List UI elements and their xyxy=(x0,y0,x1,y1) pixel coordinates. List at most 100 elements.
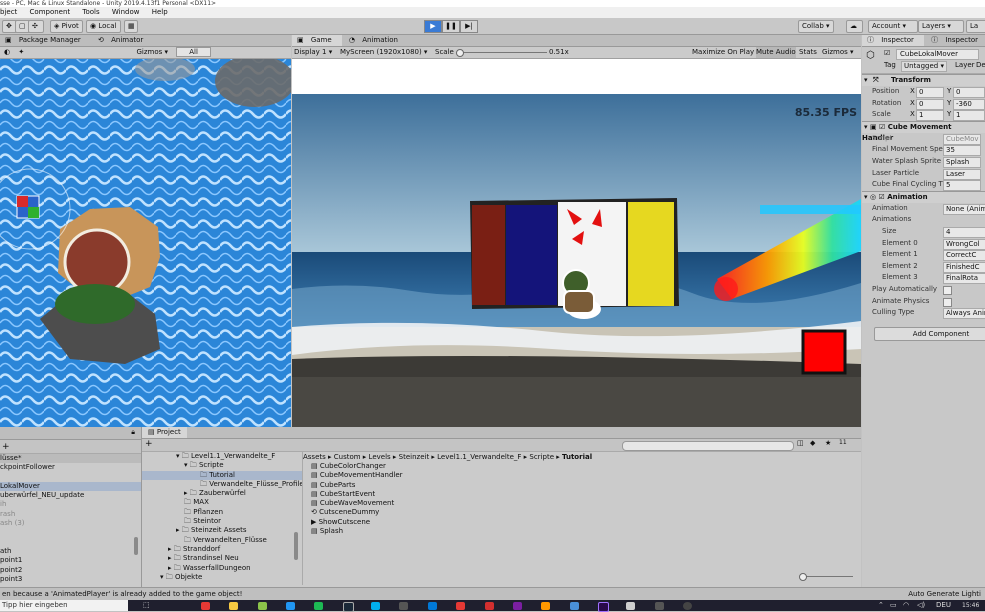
folder-item[interactable]: ▾ 🗀︎ Scripte xyxy=(142,461,302,470)
anim-label-animations[interactable]: Animations xyxy=(872,214,911,226)
transform-header[interactable]: ▾ ⤧ Transform xyxy=(862,74,985,86)
mute-audio-toggle[interactable]: Mute Audio xyxy=(756,47,796,58)
scale-slider-handle[interactable] xyxy=(456,49,464,57)
breadcrumb-item[interactable]: Scripte xyxy=(529,453,554,461)
step-button[interactable]: ▶| xyxy=(460,20,478,33)
audio-icon[interactable]: ◐ xyxy=(4,48,10,56)
anim-value-element1[interactable]: CorrectC xyxy=(943,250,985,262)
clock[interactable]: 15:46 xyxy=(962,600,979,611)
search-by-label-icon[interactable]: ◆ xyxy=(810,439,815,447)
folder-item[interactable]: 🗀︎ Verwandelte_Flüsse_Profile xyxy=(142,480,302,489)
tab-package-manager[interactable]: ▣ Package Manager xyxy=(0,35,91,46)
pause-button[interactable]: ❚❚ xyxy=(442,20,460,33)
component-enabled-checkbox[interactable]: ☑ xyxy=(879,123,885,131)
maximize-on-play-toggle[interactable]: Maximize On Play xyxy=(692,47,754,58)
hierarchy-scrollbar[interactable] xyxy=(134,537,138,555)
active-checkbox[interactable]: ☑ xyxy=(884,49,890,57)
icon-size-slider-handle[interactable] xyxy=(799,573,807,581)
menu-item-component[interactable]: Component xyxy=(30,8,71,16)
list-item[interactable]: uberwürfel_NEU_update xyxy=(0,491,141,500)
file-item[interactable]: ▤ CubeMovementHandler xyxy=(303,471,861,480)
scale-y[interactable]: 1 xyxy=(953,110,985,122)
folder-item[interactable]: 🗀︎ Verwandelten_Flüsse xyxy=(142,536,302,545)
cloud-icon[interactable]: ☁ xyxy=(846,20,863,33)
handler-value-laser[interactable]: Laser xyxy=(943,168,981,180)
unity-icon[interactable] xyxy=(399,602,408,610)
scene-viewport[interactable] xyxy=(0,59,291,428)
stats-toggle[interactable]: Stats xyxy=(799,47,817,58)
anim-value-element2[interactable]: FinishedC xyxy=(943,261,985,273)
handler-value-cycling[interactable]: 5 xyxy=(943,180,981,192)
app-icon-2[interactable] xyxy=(626,602,635,610)
hierarchy-add-icon[interactable]: + xyxy=(2,442,10,452)
tab-inspector-1[interactable]: ⓘ Inspector xyxy=(862,35,924,46)
list-item[interactable]: ath xyxy=(0,547,141,556)
spotify-icon[interactable] xyxy=(314,602,323,610)
display-dropdown[interactable]: Display 1 ▾ xyxy=(294,47,332,58)
scale-slider[interactable] xyxy=(457,52,547,53)
vivaldi-icon[interactable] xyxy=(201,602,210,610)
folder-item[interactable]: 🗀︎ Steintor xyxy=(142,517,302,526)
status-message[interactable]: en because a 'AnimatedPlayer' is already… xyxy=(2,590,242,598)
folder-item[interactable]: ▸ 🗀︎ Steinzeit Assets xyxy=(142,526,302,535)
folder-item[interactable]: ▸ 🗀︎ Strandinsel Neu xyxy=(142,554,302,563)
anim-value-culling[interactable]: Always Anim xyxy=(943,308,985,320)
onenote-icon[interactable] xyxy=(513,602,522,610)
hierarchy-scene-header[interactable]: lüsse* xyxy=(0,454,141,464)
anim-value-element0[interactable]: WrongCol xyxy=(943,238,985,250)
breadcrumb-item[interactable]: Steinzeit xyxy=(399,453,430,461)
vscode-icon[interactable] xyxy=(428,602,437,610)
menu-item-help[interactable]: Help xyxy=(152,8,168,16)
breadcrumb-item[interactable]: Level1.1_Verwandelte_F xyxy=(437,453,521,461)
acrobat-icon[interactable] xyxy=(485,602,494,610)
file-item[interactable]: ▶ ShowCutscene xyxy=(303,518,861,527)
list-item[interactable] xyxy=(0,538,141,547)
pivot-button[interactable]: ◈ Pivot xyxy=(50,20,83,33)
anim-value-element3[interactable]: FinalRota xyxy=(943,273,985,285)
folder-item[interactable]: ▾ 🗀︎ Level1.1_Verwandelte_F xyxy=(142,452,302,461)
file-item[interactable]: ▤ CubeParts xyxy=(303,481,861,490)
favorite-icon[interactable]: ★ xyxy=(825,439,831,447)
account-button[interactable]: Account ▾ xyxy=(868,20,918,33)
taskbar-search-input[interactable]: Tipp hier eingeben xyxy=(0,600,128,611)
file-item[interactable]: ▤ CubeWaveMovement xyxy=(303,499,861,508)
skype-icon[interactable] xyxy=(371,602,380,610)
file-item[interactable]: ▤ CubeStartEvent xyxy=(303,490,861,499)
list-item[interactable]: point3 xyxy=(0,575,141,584)
tab-game[interactable]: ▣ Game xyxy=(292,35,342,46)
maps-icon[interactable] xyxy=(286,602,295,610)
tab-project[interactable]: ▤ Project xyxy=(142,427,187,438)
folder-item[interactable]: ▾ 🗀︎ Objekte xyxy=(142,573,302,582)
animate-physics-checkbox[interactable] xyxy=(943,297,952,307)
play-automatically-checkbox[interactable] xyxy=(943,285,952,295)
animation-enabled-checkbox[interactable]: ☑ xyxy=(879,193,885,201)
app-icon[interactable] xyxy=(258,602,267,610)
breadcrumb-item[interactable]: Assets xyxy=(303,453,326,461)
handler-value-splash[interactable]: Splash xyxy=(943,156,981,168)
game-gizmos-dropdown[interactable]: Gizmos ▾ xyxy=(822,47,854,58)
lock-icon[interactable]: 🔒︎ xyxy=(131,428,135,437)
icon-size-slider[interactable] xyxy=(803,576,853,577)
search-by-type-icon[interactable]: ◫ xyxy=(797,439,804,447)
list-item[interactable]: ih xyxy=(0,500,141,509)
add-component-button[interactable]: Add Component xyxy=(874,326,985,341)
menu-item-object[interactable]: bject xyxy=(0,8,17,16)
transform-tool-icon[interactable]: ✣ xyxy=(28,20,44,33)
menu-item-window[interactable]: Window xyxy=(112,8,140,16)
project-add-icon[interactable]: + xyxy=(145,439,153,449)
file-item[interactable]: ▤ CubeColorChanger xyxy=(303,462,861,471)
resolution-dropdown[interactable]: MyScreen (1920x1080) ▾ xyxy=(340,47,427,58)
scale-x[interactable]: 1 xyxy=(916,110,944,122)
wifi-icon[interactable]: ◠ xyxy=(903,600,909,611)
collab-button[interactable]: Collab ▾ xyxy=(798,20,834,33)
animation-header[interactable]: ▾ ◎ ☑ Animation xyxy=(862,190,985,203)
handler-value-speed[interactable]: 35 xyxy=(943,145,981,157)
volume-icon[interactable]: ◁) xyxy=(917,600,925,611)
list-item[interactable] xyxy=(0,528,141,537)
tool-icon[interactable] xyxy=(570,602,579,610)
menu-item-tools[interactable]: Tools xyxy=(82,8,99,16)
file-explorer-icon[interactable] xyxy=(229,602,238,610)
breadcrumb-item[interactable]: Levels xyxy=(369,453,391,461)
blender-icon[interactable] xyxy=(541,602,550,610)
local-button[interactable]: ◉ Local xyxy=(86,20,121,33)
